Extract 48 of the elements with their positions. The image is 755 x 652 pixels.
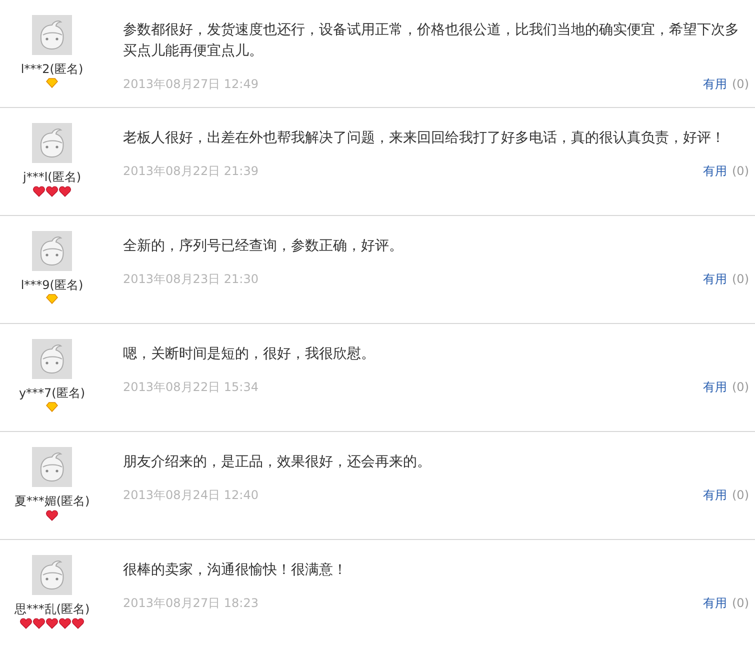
user-name: l***9(匿名) — [20, 278, 84, 292]
useful-link[interactable]: 有用 — [703, 77, 727, 91]
avatar-icon — [32, 231, 72, 271]
useful-link[interactable]: 有用 — [703, 488, 727, 502]
useful-link[interactable]: 有用 — [703, 596, 727, 610]
review-date: 2013年08月22日 21:39 — [123, 163, 258, 179]
user-name: 夏***媚(匿名) — [14, 494, 90, 508]
avatar-icon — [32, 15, 72, 55]
diamond-icon — [46, 78, 58, 88]
heart-icon — [46, 510, 58, 521]
diamond-icon — [46, 402, 58, 412]
heart-icon — [33, 618, 45, 629]
review-date: 2013年08月23日 21:30 — [123, 271, 258, 287]
useful-count: (0) — [732, 380, 749, 394]
review-text: 朋友介绍来的，是正品，效果很好，还会再来的。 — [123, 453, 432, 472]
user-name: j***l(匿名) — [22, 170, 82, 184]
useful-link[interactable]: 有用 — [703, 272, 727, 286]
heart-icon — [46, 186, 58, 197]
avatar-icon — [32, 447, 72, 487]
review-text: 嗯，关断时间是短的，很好，我很欣慰。 — [123, 345, 376, 364]
review-date: 2013年08月24日 12:40 — [123, 487, 258, 503]
useful-link[interactable]: 有用 — [703, 380, 727, 394]
heart-icon — [59, 186, 71, 197]
avatar-icon — [32, 555, 72, 595]
diamond-icon — [46, 294, 58, 304]
avatar-icon — [32, 339, 72, 379]
useful-count: (0) — [732, 77, 749, 91]
useful-count: (0) — [732, 488, 749, 502]
avatar-icon — [32, 123, 72, 163]
useful-link[interactable]: 有用 — [703, 164, 727, 178]
heart-icon — [59, 618, 71, 629]
review-date: 2013年08月27日 18:23 — [123, 595, 258, 611]
review-text: 全新的，序列号已经查询，参数正确，好评。 — [123, 237, 404, 256]
heart-icon — [46, 618, 58, 629]
review-text: 很棒的卖家，沟通很愉快！很满意！ — [123, 561, 348, 580]
useful-count: (0) — [732, 272, 749, 286]
user-name: y***7(匿名) — [18, 386, 86, 400]
useful-count: (0) — [732, 164, 749, 178]
heart-icon — [72, 618, 84, 629]
review-date: 2013年08月27日 12:49 — [123, 76, 258, 92]
user-name: 思***乱(匿名) — [14, 602, 90, 616]
heart-icon — [33, 186, 45, 197]
heart-icon — [20, 618, 32, 629]
user-name: l***2(匿名) — [20, 62, 84, 76]
review-text: 参数都很好，发货速度也还行，设备试用正常，价格也很公道，比我们当地的确实便宜，希望下次多买点儿能再便宜点儿。 — [123, 21, 740, 61]
review-text: 老板人很好，出差在外也帮我解决了问题，来来回回给我打了好多电话，真的很认真负责，好评！ — [123, 129, 726, 148]
useful-count: (0) — [732, 596, 749, 610]
review-date: 2013年08月22日 15:34 — [123, 379, 258, 395]
